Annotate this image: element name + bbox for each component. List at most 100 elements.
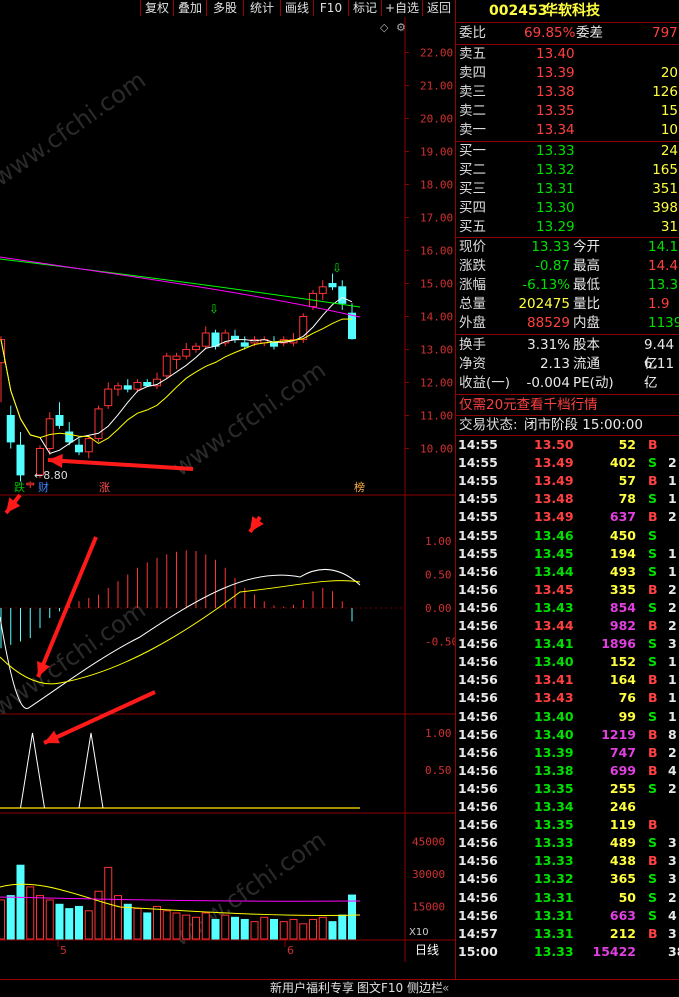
tick-time: 14:55: [458, 545, 498, 561]
volume-bar: [289, 918, 298, 940]
tick-count: 1: [668, 672, 677, 688]
fundamental-label: PE(动): [573, 375, 614, 391]
volume-bar: [318, 916, 327, 940]
settings-icon[interactable]: ⚙: [396, 21, 406, 34]
event-tag: 财: [38, 480, 49, 494]
tick-volume: 1219: [601, 726, 636, 742]
volume-bar: [270, 918, 278, 940]
mark-button[interactable]: 标记: [348, 0, 381, 16]
stock-header: 002453 华软科技: [456, 0, 679, 22]
collapse-icon[interactable]: «: [442, 980, 449, 997]
statistics-button[interactable]: 统计: [243, 0, 280, 16]
tick-time: 14:55: [458, 527, 498, 543]
month-label: 6: [287, 944, 294, 957]
overlay-button[interactable]: 叠加: [173, 0, 206, 16]
tick-volume: 699: [609, 762, 636, 778]
fundamental-label: 收益(一): [459, 375, 511, 391]
candle-body: [55, 415, 64, 426]
tick-volume: 982: [609, 618, 636, 633]
bid-row[interactable]: 买五 13.29 31: [456, 218, 679, 237]
tick-row: 14:56 13.31 663 S 4: [456, 907, 679, 925]
ask-label: 卖四: [459, 65, 486, 81]
candle-body: [192, 345, 200, 351]
fuquan-button[interactable]: 复权: [140, 0, 173, 16]
quote-value: 13.33: [531, 239, 570, 255]
add-watchlist-button[interactable]: +自选: [381, 0, 422, 16]
bid-row[interactable]: 买一 13.33 24: [456, 142, 679, 161]
tick-volume: 663: [609, 907, 636, 923]
signal-arrow-icon: ⇩: [332, 261, 342, 275]
volume-bar: [143, 912, 152, 940]
tick-side: B: [648, 925, 658, 941]
tick-row: 14:55 13.49 402 S 2: [456, 454, 679, 472]
indicator-tick-label: 0.50: [425, 764, 452, 777]
bid-row[interactable]: 买四 13.30 398: [456, 199, 679, 218]
ask-row[interactable]: 卖一 13.34 10: [456, 121, 679, 140]
event-tag: 榜: [354, 480, 365, 494]
ask-row[interactable]: 卖四 13.39 20: [456, 64, 679, 83]
promo-row[interactable]: 仅需20元查看千档行情: [456, 396, 679, 415]
back-button[interactable]: 返回: [422, 0, 455, 16]
tick-volume: 194: [609, 545, 636, 561]
bid-row[interactable]: 买三 13.31 351: [456, 180, 679, 199]
bid-volume: 398: [652, 200, 678, 216]
sidebar-toggle[interactable]: 侧边栏: [407, 980, 443, 997]
price-tick-label: 17.00: [420, 212, 453, 225]
price-tick-label: 14.00: [420, 311, 453, 324]
candle-body: [123, 385, 132, 390]
arrow-head-icon: [48, 453, 63, 468]
tick-time: 14:56: [458, 889, 498, 905]
candle-body: [172, 355, 181, 360]
new-user-promo[interactable]: 新用户福利专享: [270, 980, 354, 997]
price-tick-label: 12.00: [420, 377, 453, 390]
kline-chart-area[interactable]: 22.00 21.00 20.00 19.00 18.00 17.00 16.00 15.00…: [0, 17, 455, 979]
tick-side: S: [648, 889, 658, 905]
candle-body: [26, 482, 35, 486]
ask-row[interactable]: 卖五 13.40: [456, 45, 679, 64]
fundamental-row: 换手 3.31% 股本 9.44亿: [456, 336, 679, 372]
candle-body: [75, 444, 83, 453]
promo-text[interactable]: 仅需20元查看千档行情: [459, 396, 598, 415]
tick-row: 14:56 13.34 246: [456, 798, 679, 816]
tick-volume: 246: [609, 799, 636, 814]
fundamental-value: 3.31%: [527, 337, 570, 353]
volume-tick-label: 15000: [412, 900, 445, 913]
diamond-icon[interactable]: ◇: [380, 21, 388, 34]
tick-row: 14:56 13.38 699 B 4: [456, 762, 679, 780]
tick-volume: 99: [618, 708, 636, 724]
ask-volume: 15: [660, 103, 678, 119]
bid-price: 13.33: [536, 143, 575, 159]
indicator-peak: [78, 732, 104, 809]
volume-bar: [65, 908, 74, 940]
f10-button[interactable]: F10: [313, 0, 348, 16]
quote-label: 最高: [573, 258, 600, 274]
tick-time: 14:56: [458, 762, 498, 778]
bid-row[interactable]: 买二 13.32 165: [456, 161, 679, 180]
draw-line-button[interactable]: 画线: [280, 0, 313, 16]
tick-side: B: [648, 473, 658, 489]
ask-price: 13.38: [536, 84, 575, 100]
candle-body: [162, 355, 171, 377]
tick-side: S: [648, 527, 658, 543]
bid-label: 买四: [459, 200, 486, 216]
tick-volume: 57: [618, 473, 636, 489]
ask-row[interactable]: 卖三 13.38 126: [456, 83, 679, 102]
tick-time: 14:55: [458, 473, 498, 489]
tick-price: 13.31: [534, 889, 574, 905]
ask-price: 13.34: [536, 122, 575, 138]
ask-row[interactable]: 卖二 13.35 15: [456, 102, 679, 121]
f10-graphic-link[interactable]: 图文F10: [357, 980, 403, 997]
tick-side: B: [648, 581, 658, 597]
tick-volume: 438: [609, 853, 636, 869]
quote-value: -6.13%: [522, 277, 570, 293]
tick-price: 13.33: [534, 943, 574, 959]
tick-row: 14:56 13.43 76 B 1: [456, 689, 679, 707]
bid-label: 买一: [459, 143, 486, 159]
candle-body: [211, 332, 220, 347]
volume-bar: [162, 910, 171, 940]
tick-volume: 493: [609, 563, 636, 579]
quote-value: 14.4: [648, 258, 679, 274]
multi-stock-button[interactable]: 多股: [206, 0, 243, 16]
tick-side: B: [648, 509, 658, 525]
tick-volume: 747: [609, 744, 636, 760]
